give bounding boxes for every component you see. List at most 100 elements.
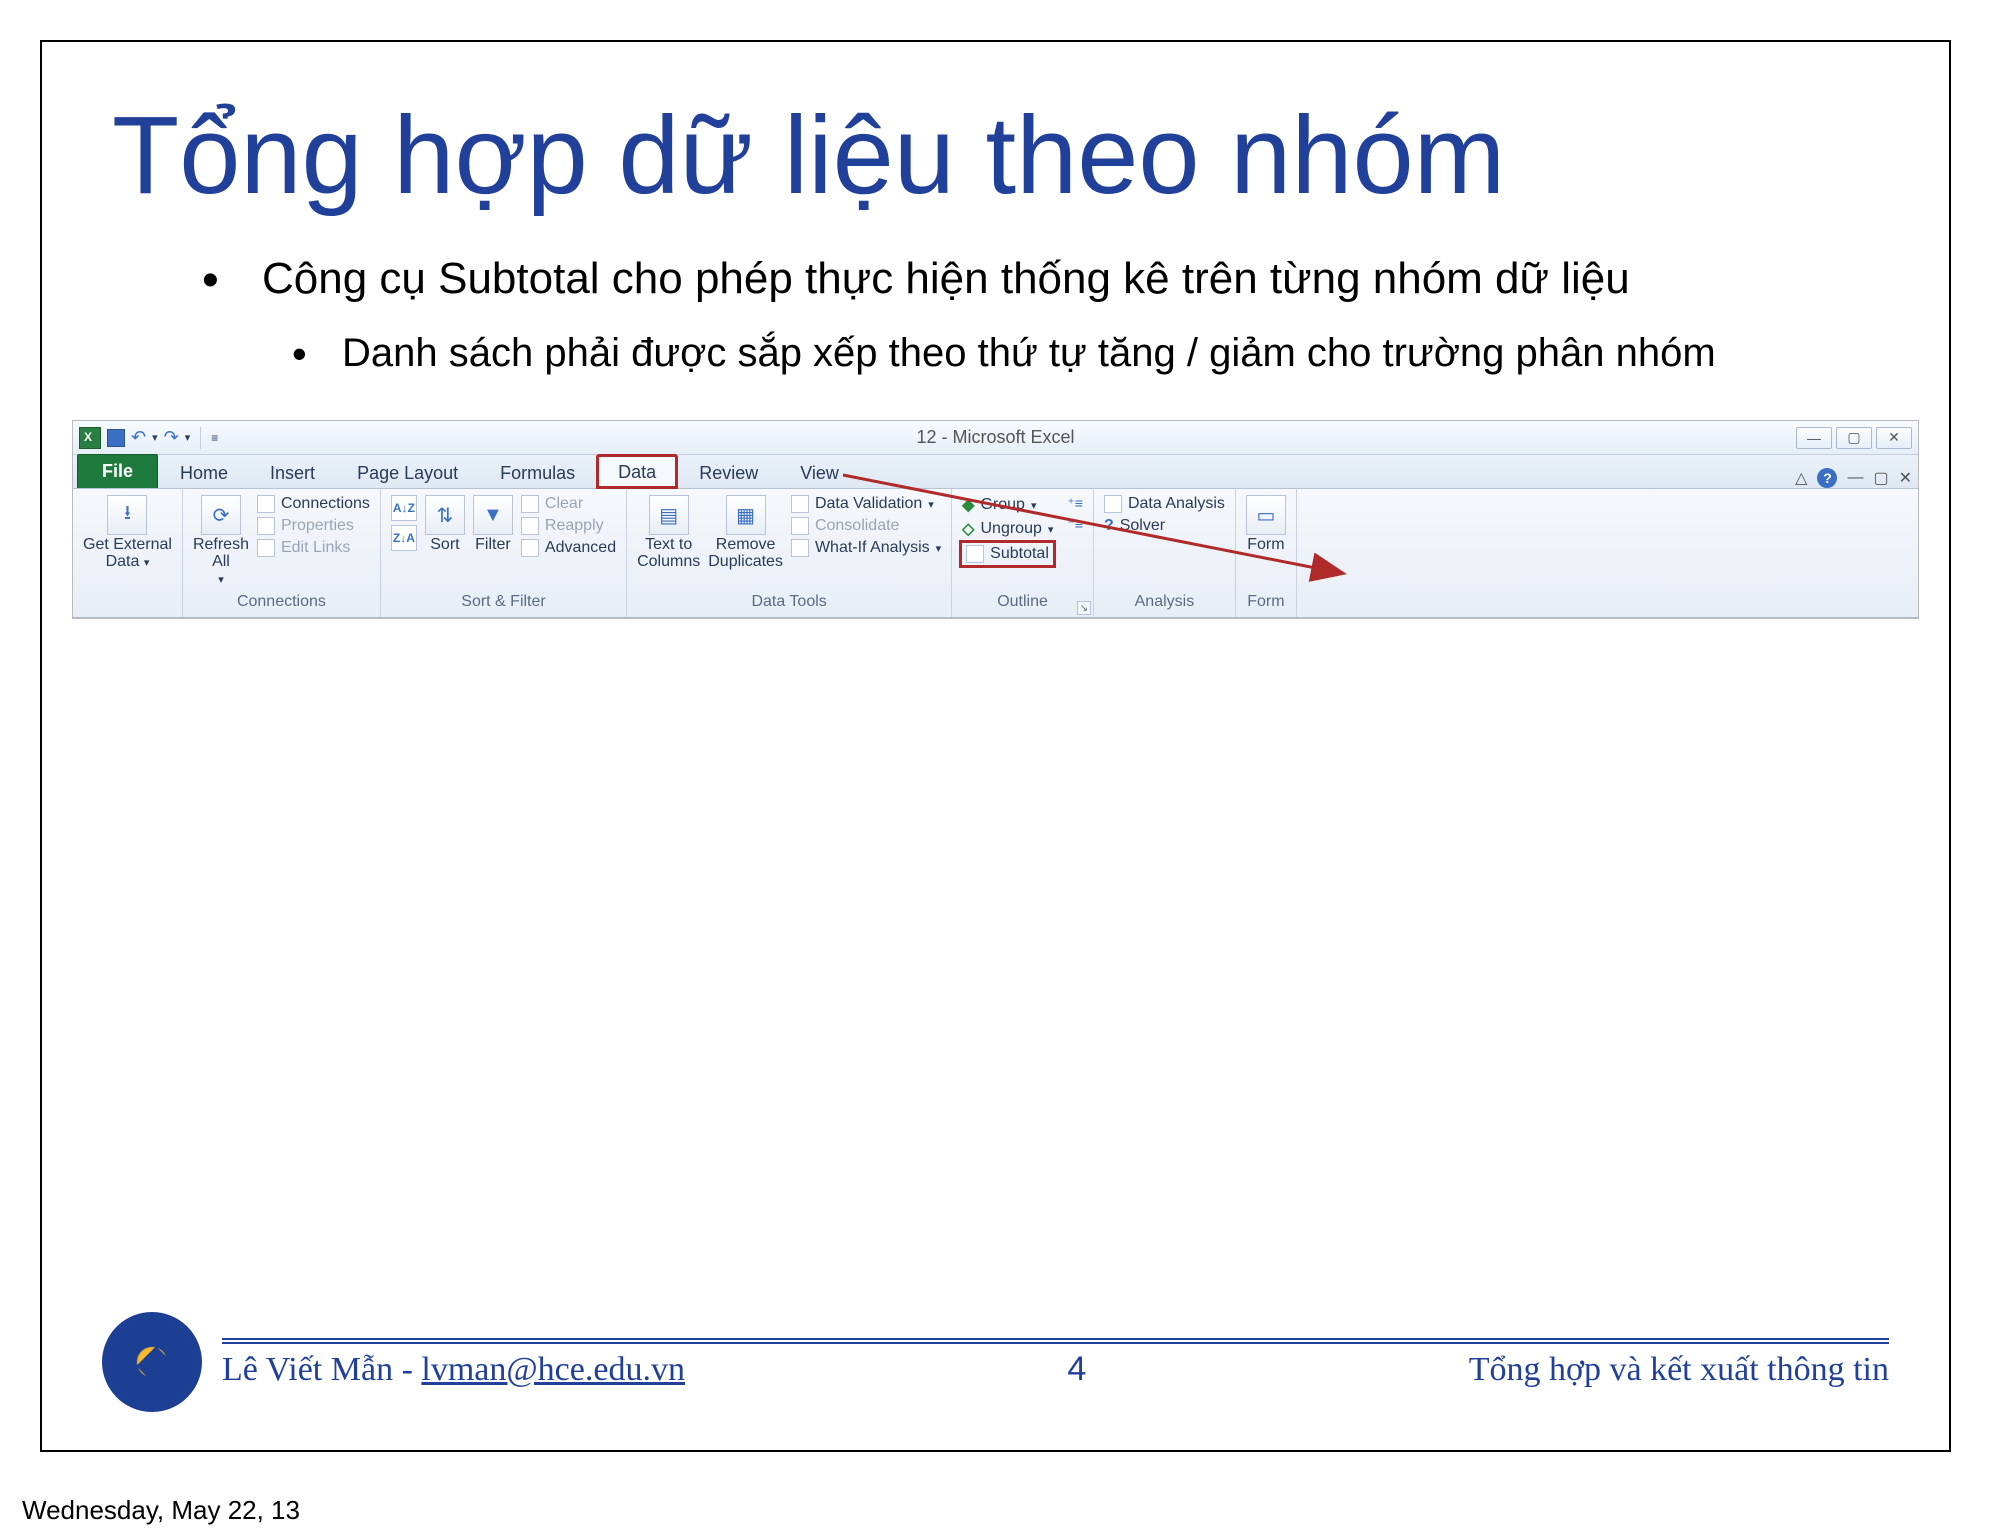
bullet-level2: Danh sách phải được sắp xếp theo thứ tự … — [292, 326, 1879, 380]
window-titlebar: ↶ ▾ ↷ ▾ ≡ 12 - Microsoft Excel — ▢ ✕ — [73, 421, 1918, 455]
connections-button[interactable]: Connections — [257, 495, 370, 513]
outline-dialog-launcher-icon[interactable]: ↘ — [1077, 601, 1091, 615]
doc-close-icon[interactable]: ✕ — [1899, 468, 1912, 488]
subtotal-button[interactable]: Subtotal — [962, 543, 1053, 565]
chevron-down-icon: ▾ — [928, 498, 934, 511]
show-detail-button[interactable]: ⁺≡ — [1067, 495, 1083, 512]
tab-review[interactable]: Review — [679, 457, 778, 488]
slide-footer: Lê Viết Mẫn - lvman@hce.edu.vn 4 Tổng hợ… — [102, 1312, 1889, 1412]
data-analysis-button[interactable]: Data Analysis — [1104, 495, 1225, 513]
group-data-tools: ▤ Text toColumns ▦ RemoveDuplicates Data… — [627, 489, 952, 617]
validation-icon — [791, 495, 809, 513]
slide-frame: Tổng hợp dữ liệu theo nhóm Công cụ Subto… — [40, 40, 1951, 1452]
tabs-right-controls: △ ? — ▢ ✕ — [1795, 468, 1912, 488]
tab-insert[interactable]: Insert — [250, 457, 335, 488]
window-minimize-icon[interactable]: — — [1796, 427, 1832, 449]
whatif-button[interactable]: What-If Analysis ▾ — [791, 539, 941, 557]
tab-data[interactable]: Data — [597, 455, 677, 488]
group-label-connections: Connections — [193, 591, 370, 615]
text-to-columns-button[interactable]: ▤ Text toColumns — [637, 495, 700, 571]
filter-button[interactable]: ▼ Filter — [473, 495, 513, 554]
refresh-all-button[interactable]: ⟳ RefreshAll ▾ — [193, 495, 249, 586]
form-label: Form — [1247, 537, 1284, 554]
presentation-date: Wednesday, May 22, 13 — [22, 1495, 300, 1526]
footer-topic: Tổng hợp và kết xuất thông tin — [1469, 1351, 1889, 1389]
advanced-icon — [521, 539, 539, 557]
minimize-ribbon-icon[interactable]: △ — [1795, 468, 1807, 488]
undo-icon[interactable]: ↶ — [131, 427, 146, 448]
group-icon: ◆ — [962, 495, 974, 515]
sort-label: Sort — [430, 537, 459, 554]
footer-author-email[interactable]: lvman@hce.edu.vn — [421, 1351, 685, 1388]
ungroup-icon: ◇ — [962, 519, 974, 539]
properties-button[interactable]: Properties — [257, 517, 370, 535]
outline-list: ◆Group ▾ ◇Ungroup ▾ Subtotal — [962, 495, 1053, 565]
group-label-form: Form — [1246, 591, 1286, 615]
solver-button[interactable]: ?Solver — [1104, 517, 1225, 535]
redo-icon[interactable]: ↷ — [164, 427, 179, 448]
excel-app-icon — [79, 427, 101, 449]
hide-detail-button[interactable]: ⁻≡ — [1067, 516, 1083, 533]
footer-author-name: Lê Viết Mẫn - — [222, 1351, 421, 1388]
refresh-all-label: RefreshAll — [193, 537, 249, 571]
footer-author: Lê Viết Mẫn - lvman@hce.edu.vn — [222, 1351, 685, 1389]
group-button[interactable]: ◆Group ▾ — [962, 495, 1053, 515]
window-close-icon[interactable]: ✕ — [1876, 427, 1912, 449]
solver-icon: ? — [1104, 517, 1114, 535]
reapply-filter-button[interactable]: Reapply — [521, 517, 616, 535]
footer-rule-bottom — [222, 1342, 1889, 1344]
edit-links-button[interactable]: Edit Links — [257, 539, 370, 557]
footer-lines: Lê Viết Mẫn - lvman@hce.edu.vn 4 Tổng hợ… — [222, 1336, 1889, 1389]
group-label-outline: Outline — [962, 591, 1083, 615]
tab-home[interactable]: Home — [160, 457, 248, 488]
tab-formulas[interactable]: Formulas — [480, 457, 595, 488]
subtotal-icon — [966, 545, 984, 563]
group-label-datatools: Data Tools — [637, 591, 941, 615]
group-form: ▭ Form Form — [1236, 489, 1297, 617]
help-icon[interactable]: ? — [1817, 468, 1837, 488]
tab-view[interactable]: View — [780, 457, 859, 488]
filter-label: Filter — [475, 537, 511, 554]
chevron-down-icon: ▾ — [936, 542, 942, 555]
sort-icon: ⇅ — [425, 495, 465, 535]
slide-title: Tổng hợp dữ liệu theo nhóm — [112, 92, 1879, 219]
bullet-level1: Công cụ Subtotal cho phép thực hiện thốn… — [202, 249, 1879, 308]
clear-icon — [521, 495, 539, 513]
whatif-icon — [791, 539, 809, 557]
undo-dropdown-icon[interactable]: ▾ — [152, 431, 158, 444]
doc-restore-icon[interactable]: ▢ — [1873, 468, 1888, 488]
connections-icon — [257, 495, 275, 513]
doc-minimize-icon[interactable]: — — [1847, 469, 1863, 487]
properties-icon — [257, 517, 275, 535]
advanced-filter-button[interactable]: Advanced — [521, 539, 616, 557]
window-title: 12 - Microsoft Excel — [916, 427, 1074, 448]
sort-az-button[interactable]: A↓Z — [391, 495, 417, 521]
get-external-data-button[interactable]: ⭳ Get ExternalData ▾ — [83, 495, 172, 571]
redo-dropdown-icon[interactable]: ▾ — [185, 431, 191, 444]
consolidate-button[interactable]: Consolidate — [791, 517, 941, 535]
sort-za-button[interactable]: Z↓A — [391, 525, 417, 551]
quick-access-toolbar: ↶ ▾ ↷ ▾ ≡ — [73, 427, 218, 449]
ungroup-button[interactable]: ◇Ungroup ▾ — [962, 519, 1053, 539]
university-logo-icon — [102, 1312, 202, 1412]
sort-quick-buttons: A↓Z Z↓A — [391, 495, 417, 551]
data-validation-button[interactable]: Data Validation ▾ — [791, 495, 941, 513]
sort-button[interactable]: ⇅ Sort — [425, 495, 465, 554]
qat-customize-icon[interactable]: ≡ — [211, 431, 218, 445]
connections-list: Connections Properties Edit Links — [257, 495, 370, 557]
group-label-analysis: Analysis — [1104, 591, 1225, 615]
window-restore-icon[interactable]: ▢ — [1836, 427, 1872, 449]
tab-page-layout[interactable]: Page Layout — [337, 457, 478, 488]
save-icon[interactable] — [107, 429, 125, 447]
chevron-down-icon: ▾ — [218, 573, 224, 586]
reapply-icon — [521, 517, 539, 535]
group-label-sortfilter: Sort & Filter — [391, 591, 616, 615]
edit-links-icon — [257, 539, 275, 557]
ribbon-body: ⭳ Get ExternalData ▾ ⟳ RefreshAll ▾ Conn… — [73, 489, 1918, 618]
excel-ribbon-screenshot: ↶ ▾ ↷ ▾ ≡ 12 - Microsoft Excel — ▢ ✕ Fil… — [72, 420, 1919, 619]
bullet-list: Công cụ Subtotal cho phép thực hiện thốn… — [112, 249, 1879, 308]
tab-file[interactable]: File — [77, 454, 158, 488]
clear-filter-button[interactable]: Clear — [521, 495, 616, 513]
form-button[interactable]: ▭ Form — [1246, 495, 1286, 554]
remove-duplicates-button[interactable]: ▦ RemoveDuplicates — [708, 495, 783, 571]
